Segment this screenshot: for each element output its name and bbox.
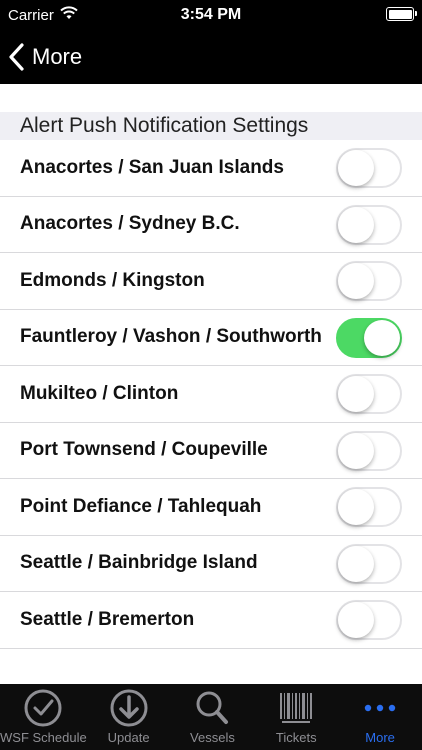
route-label: Anacortes / Sydney B.C. [20, 213, 240, 235]
toggle-knob [338, 263, 374, 299]
navigation-bar: More [0, 30, 422, 84]
toggle-knob [338, 489, 374, 525]
route-row: Fauntleroy / Vashon / Southworth [0, 310, 422, 366]
toggle-knob [338, 150, 374, 186]
status-bar: Carrier 3:54 PM [0, 0, 422, 30]
tab-label: More [365, 730, 395, 745]
download-arrow-icon [109, 688, 149, 728]
route-label: Port Townsend / Coupeville [20, 439, 268, 461]
route-row: Anacortes / San Juan Islands [0, 140, 422, 197]
tab-more[interactable]: More [338, 684, 422, 750]
toggle-knob [338, 602, 374, 638]
route-row: Edmonds / Kingston [0, 253, 422, 310]
tab-bar: WSF Schedule Update Vessels Tickets More [0, 684, 422, 750]
toggle-knob [338, 206, 374, 243]
battery-icon [386, 7, 417, 21]
tab-label: Vessels [190, 730, 235, 745]
route-row: Port Townsend / Coupeville [0, 423, 422, 479]
back-button[interactable]: More [8, 40, 82, 74]
route-label: Mukilteo / Clinton [20, 382, 179, 404]
tab-update[interactable]: Update [87, 684, 171, 750]
route-row: Seattle / Bremerton [0, 592, 422, 649]
notification-toggle[interactable] [336, 430, 402, 471]
back-label: More [32, 44, 83, 69]
toggle-knob [338, 545, 374, 582]
route-row: Point Defiance / Tahlequah [0, 479, 422, 536]
toggle-knob [338, 376, 374, 412]
barcode-icon [276, 688, 316, 728]
clock-check-icon [23, 688, 63, 728]
toggle-knob [338, 432, 374, 469]
route-row: Seattle / Bainbridge Island [0, 536, 422, 592]
route-label: Point Defiance / Tahlequah [20, 495, 262, 517]
route-label: Edmonds / Kingston [20, 269, 205, 291]
notification-toggle[interactable] [336, 261, 402, 301]
notification-toggle[interactable] [336, 543, 402, 584]
route-row: Mukilteo / Clinton [0, 366, 422, 423]
magnifier-icon [192, 688, 232, 728]
notification-toggle[interactable] [336, 204, 402, 245]
settings-content: Alert Push Notification Settings Anacort… [0, 84, 422, 684]
notification-toggle[interactable] [336, 148, 402, 188]
status-time: 3:54 PM [180, 6, 242, 23]
notification-toggle[interactable] [336, 374, 402, 414]
route-label: Seattle / Bremerton [20, 608, 195, 630]
tab-label: WSF Schedule [0, 730, 87, 745]
tab-label: Update [107, 730, 150, 745]
tab-label: Tickets [275, 730, 317, 745]
route-label: Anacortes / San Juan Islands [20, 156, 284, 178]
section-header: Alert Push Notification Settings [0, 112, 422, 140]
route-label: Seattle / Bainbridge Island [20, 552, 258, 574]
route-row: Anacortes / Sydney B.C. [0, 197, 422, 253]
route-list: Anacortes / San Juan Islands Anacortes / … [0, 140, 422, 649]
tab-tickets[interactable]: Tickets [254, 684, 338, 750]
toggle-knob [364, 319, 400, 356]
more-dots-icon [360, 688, 400, 728]
notification-toggle[interactable] [336, 317, 402, 358]
tab-wsf-schedule[interactable]: WSF Schedule [0, 684, 87, 750]
notification-toggle[interactable] [336, 600, 402, 640]
tab-vessels[interactable]: Vessels [171, 684, 255, 750]
route-label: Fauntleroy / Vashon / Southworth [20, 326, 322, 348]
notification-toggle[interactable] [336, 487, 402, 527]
chevron-left-icon [8, 43, 24, 71]
